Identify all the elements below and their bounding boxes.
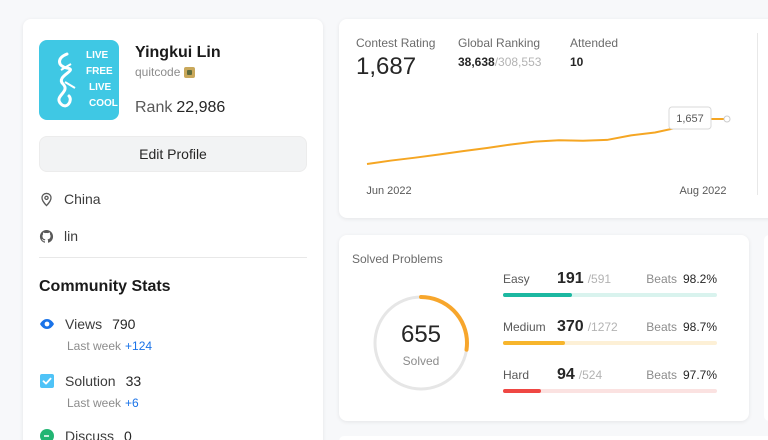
medium-progress-fill — [503, 341, 566, 345]
global-ranking-label: Global Ranking — [458, 36, 541, 50]
attended-value: 10 — [570, 55, 584, 69]
easy-progress-track — [503, 293, 717, 297]
hard-total: /524 — [578, 368, 603, 382]
adjacent-card-edge — [764, 235, 768, 421]
contest-rating-label: Contest Rating — [356, 36, 436, 50]
easy-label: Easy — [503, 272, 530, 286]
discuss-value: 0 — [124, 428, 132, 440]
hard-progress-track — [503, 389, 717, 393]
rating-point[interactable] — [723, 115, 731, 123]
medium-total: /1272 — [587, 320, 618, 334]
solution-lastweek: Last week +6 — [67, 396, 139, 410]
medium-label: Medium — [503, 320, 546, 334]
easy-progress-fill — [503, 293, 573, 297]
x-tick-label: Jun 2022 — [366, 185, 411, 197]
global-rank: 38,638 — [458, 55, 495, 69]
attended-label: Attended — [570, 36, 619, 50]
views-value: 790 — [112, 316, 136, 332]
edit-profile-button[interactable]: Edit Profile — [39, 136, 307, 172]
solution-label: Solution — [65, 373, 116, 389]
contest-rating-value: 1,687 — [356, 53, 417, 80]
next-card-edge — [339, 436, 768, 440]
solution-row: Solution 33 — [39, 373, 141, 389]
easy-beats-label: Beats — [646, 272, 677, 286]
hard-beats-label: Beats — [646, 368, 677, 382]
location-pin-icon — [41, 192, 52, 207]
rank-label: Rank — [135, 99, 173, 116]
solved-total-label: Solved — [402, 354, 440, 368]
solved-problems-card: Solved Problems 655 Solved Easy 191/591 … — [339, 235, 749, 421]
rank-value: 22,986 — [176, 99, 226, 116]
medium-progress-track — [503, 341, 717, 345]
github-icon — [39, 229, 54, 243]
views-lastweek: Last week +124 — [67, 339, 152, 353]
rating-tooltip-label: 1,657 — [676, 113, 704, 125]
easy-beats-value: 98.2% — [682, 272, 717, 286]
github-text: lin — [64, 228, 79, 244]
eye-icon — [39, 316, 55, 332]
medium-beats: Beats 98.7% — [646, 320, 717, 334]
views-row: Views 790 — [39, 316, 135, 332]
solution-value: 33 — [125, 373, 142, 389]
checkbox-icon — [39, 373, 55, 389]
views-delta: +124 — [125, 339, 153, 353]
hard-beats: Beats 97.7% — [646, 368, 717, 382]
discuss-icon — [39, 428, 55, 440]
hard-solved: 94 — [557, 366, 575, 383]
solution-lastweek-label: Last week — [67, 396, 122, 410]
avatar[interactable]: LIVE FREE LIVE COOL — [39, 40, 119, 120]
avatar-text-3: LIVE — [89, 82, 112, 93]
profile-handle: quitcode — [135, 65, 196, 79]
hard-progress-fill — [503, 389, 542, 393]
x-tick-label: Aug 2022 — [679, 185, 726, 197]
avatar-art: LIVE FREE LIVE COOL — [57, 50, 118, 109]
difficulty-easy[interactable]: Easy 191/591 Beats 98.2% — [503, 270, 717, 300]
divider — [39, 257, 307, 258]
views-label: Views — [65, 316, 103, 332]
badge-icon — [184, 66, 196, 78]
medium-beats-label: Beats — [646, 320, 677, 334]
avatar-text-4: COOL — [89, 98, 118, 109]
easy-total: /591 — [587, 272, 612, 286]
discuss-label: Discuss — [65, 428, 115, 440]
difficulty-medium[interactable]: Medium 370/1272 Beats 98.7% — [503, 318, 717, 348]
easy-solved: 191 — [557, 270, 584, 287]
medium-beats-value: 98.7% — [682, 320, 717, 334]
hard-count: 94/524 — [557, 366, 602, 384]
hard-label: Hard — [503, 368, 530, 382]
global-total: /308,553 — [494, 55, 542, 69]
profile-rank: Rank 22,986 — [135, 99, 225, 117]
difficulty-hard[interactable]: Hard 94/524 Beats 97.7% — [503, 366, 717, 396]
profile-name: Yingkui Lin — [135, 44, 221, 61]
location-row: China — [39, 191, 101, 207]
medium-count: 370/1272 — [557, 318, 618, 336]
handle-text: quitcode — [135, 65, 181, 79]
solution-delta: +6 — [125, 396, 139, 410]
easy-count: 191/591 — [557, 270, 611, 288]
views-lastweek-label: Last week — [67, 339, 122, 353]
avatar-text-2: FREE — [86, 66, 113, 77]
avatar-text-1: LIVE — [86, 50, 109, 61]
hard-beats-value: 97.7% — [682, 368, 717, 382]
discuss-row: Discuss 0 — [39, 428, 132, 440]
easy-beats: Beats 98.2% — [646, 272, 717, 286]
contest-card: Contest Rating 1,687 Global Ranking 38,6… — [339, 19, 768, 218]
solved-title: Solved Problems — [352, 252, 443, 266]
solved-total: 655 — [400, 321, 442, 348]
github-row[interactable]: lin — [39, 228, 78, 244]
global-ranking-value: 38,638/308,553 — [458, 55, 541, 69]
location-text: China — [64, 191, 101, 207]
profile-card: LIVE FREE LIVE COOL Yingkui Lin quitcode… — [23, 19, 323, 440]
medium-solved: 370 — [557, 318, 584, 335]
rating-chart[interactable]: 1,657 Jun 2022 Aug 2022 — [339, 99, 759, 214]
community-stats-title: Community Stats — [39, 278, 171, 295]
